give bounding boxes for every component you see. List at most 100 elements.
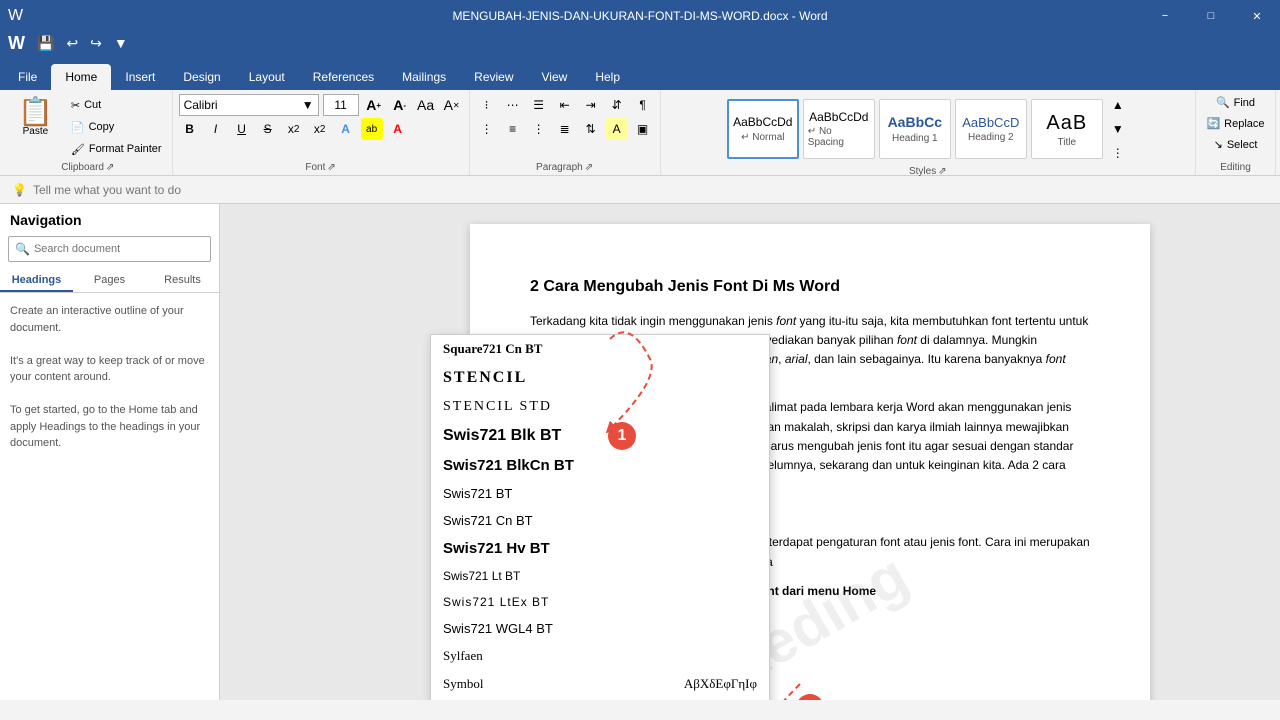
font-size-selector[interactable]: 11 — [323, 94, 359, 116]
nav-tab-headings[interactable]: Headings — [0, 270, 73, 292]
copy-button[interactable]: 📄 Copy — [67, 119, 166, 136]
tell-me-input[interactable] — [33, 183, 333, 197]
subscript-button[interactable]: x2 — [283, 118, 305, 140]
clipboard-group: 📋 Paste ✂ Cut 📄 Copy 🖌 Format Painter — [4, 90, 173, 175]
sort-button[interactable]: ⇵ — [606, 94, 628, 116]
paragraph-group-content: ⁝ ⋯ ☰ ⇤ ⇥ ⇵ ¶ ⋮ ≡ ⋮ ≣ ⇅ A ▣ — [476, 94, 654, 160]
tab-mailings[interactable]: Mailings — [388, 64, 460, 90]
italic-button[interactable]: I — [205, 118, 227, 140]
undo-button[interactable]: ↩ — [62, 35, 82, 52]
decrease-font-button[interactable]: A- — [389, 94, 411, 116]
change-case-button[interactable]: Aa — [415, 94, 437, 116]
clipboard-side: ✂ Cut 📄 Copy 🖌 Format Painter — [63, 94, 166, 160]
format-painter-button[interactable]: 🖌 Format Painter — [67, 141, 166, 158]
tab-view[interactable]: View — [528, 64, 582, 90]
redo-button[interactable]: ↪ — [86, 35, 106, 52]
lightbulb-icon: 💡 — [12, 183, 27, 197]
tab-references[interactable]: References — [299, 64, 388, 90]
font-item-symbol[interactable]: Symbol ΑβΧδΕφΓηΙφ — [431, 670, 769, 698]
tab-file[interactable]: File — [4, 64, 51, 90]
show-formatting-button[interactable]: ¶ — [632, 94, 654, 116]
tab-home[interactable]: Home — [51, 64, 111, 90]
tab-insert[interactable]: Insert — [111, 64, 169, 90]
editing-group-content: 🔍 Find 🔄 Replace ↘ Select — [1202, 94, 1268, 160]
tab-design[interactable]: Design — [169, 64, 234, 90]
font-item-stencil-std[interactable]: STENCIL STD — [431, 393, 769, 421]
bullets-button[interactable]: ⁝ — [476, 94, 498, 116]
nav-tab-pages[interactable]: Pages — [73, 270, 146, 292]
font-item-tahoma[interactable]: Tahoma — [431, 698, 769, 700]
cut-icon: ✂ — [71, 99, 80, 112]
paragraph-expand-icon[interactable]: ⇗ — [585, 162, 593, 173]
minimize-button[interactable]: − — [1142, 0, 1188, 32]
styles-expand[interactable]: ⋮ — [1107, 142, 1129, 164]
numbering-button[interactable]: ⋯ — [502, 94, 524, 116]
cut-button[interactable]: ✂ Cut — [67, 97, 166, 114]
font-item-swis721wgl4bt[interactable]: Swis721 WGL4 BT — [431, 615, 769, 642]
text-effects-button[interactable]: A — [335, 118, 357, 140]
clear-formatting-button[interactable]: A✕ — [441, 94, 463, 116]
text-highlight-button[interactable]: ab — [361, 118, 383, 140]
font-item-stencil[interactable]: STENCIL — [431, 363, 769, 393]
styles-expand-icon[interactable]: ⇗ — [938, 166, 946, 177]
align-right-button[interactable]: ⋮ — [528, 118, 550, 140]
border-button[interactable]: ▣ — [632, 118, 654, 140]
tab-layout[interactable]: Layout — [235, 64, 299, 90]
style-title[interactable]: AaB Title — [1031, 99, 1103, 159]
customize-quick-access-button[interactable]: ▼ — [110, 35, 132, 51]
select-button[interactable]: ↘ Select — [1210, 136, 1262, 153]
format-painter-label: Format Painter — [89, 143, 162, 155]
close-button[interactable]: ✕ — [1234, 0, 1280, 32]
align-left-button[interactable]: ⋮ — [476, 118, 498, 140]
nav-tab-results[interactable]: Results — [146, 270, 219, 292]
font-item-swis721cnbt[interactable]: Swis721 Cn BT — [431, 507, 769, 534]
font-item-swis721blkcnbt[interactable]: Swis721 BlkCn BT — [431, 451, 769, 480]
style-title-label: Title — [1058, 137, 1077, 148]
font-item-swis721bt[interactable]: Swis721 BT — [431, 480, 769, 507]
tab-review[interactable]: Review — [460, 64, 527, 90]
justify-button[interactable]: ≣ — [554, 118, 576, 140]
paste-button[interactable]: 📋 Paste — [10, 94, 61, 160]
style-no-spacing[interactable]: AaBbCcDd ↵ No Spacing — [803, 99, 875, 159]
styles-scroll-down[interactable]: ▼ — [1107, 118, 1129, 140]
copy-label: Copy — [89, 121, 115, 133]
increase-indent-button[interactable]: ⇥ — [580, 94, 602, 116]
font-item-swis721ltbt[interactable]: Swis721 Lt BT — [431, 563, 769, 589]
find-button[interactable]: 🔍 Find — [1212, 94, 1259, 111]
line-spacing-button[interactable]: ⇅ — [580, 118, 602, 140]
style-heading2[interactable]: AaBbCcD Heading 2 — [955, 99, 1027, 159]
styles-group: AaBbCcDd ↵ Normal AaBbCcDd ↵ No Spacing … — [661, 90, 1196, 175]
maximize-button[interactable]: □ — [1188, 0, 1234, 32]
ribbon-tabs: File Home Insert Design Layout Reference… — [0, 54, 1280, 90]
font-item-swis721blkbt[interactable]: Swis721 Blk BT — [431, 421, 769, 451]
navigation-search-box[interactable]: 🔍 — [8, 236, 211, 262]
font-item-square721cnbt[interactable]: Square721 Cn BT — [431, 335, 769, 363]
increase-font-button[interactable]: A+ — [363, 94, 385, 116]
font-family-selector[interactable]: Calibri ▼ — [179, 94, 319, 116]
search-input[interactable] — [34, 243, 204, 255]
font-expand-icon[interactable]: ⇗ — [327, 162, 335, 173]
decrease-indent-button[interactable]: ⇤ — [554, 94, 576, 116]
superscript-button[interactable]: x2 — [309, 118, 331, 140]
bold-button[interactable]: B — [179, 118, 201, 140]
replace-button[interactable]: 🔄 Replace — [1202, 115, 1268, 132]
main-area: Navigation 🔍 Headings Pages Results Crea… — [0, 204, 1280, 700]
save-button[interactable]: 💾 — [33, 35, 58, 52]
font-item-sylfaen[interactable]: Sylfaen — [431, 642, 769, 670]
styles-scroll-up[interactable]: ▲ — [1107, 94, 1129, 116]
style-normal[interactable]: AaBbCcDd ↵ Normal — [727, 99, 799, 159]
multilevel-list-button[interactable]: ☰ — [528, 94, 550, 116]
clipboard-expand-icon[interactable]: ⇗ — [106, 162, 114, 173]
quick-access-toolbar: W 💾 ↩ ↪ ▼ — [0, 32, 1280, 54]
font-color-button[interactable]: A — [387, 118, 409, 140]
tab-help[interactable]: Help — [581, 64, 634, 90]
underline-button[interactable]: U — [231, 118, 253, 140]
style-heading1[interactable]: AaBbCc Heading 1 — [879, 99, 951, 159]
align-center-button[interactable]: ≡ — [502, 118, 524, 140]
font-item-swis721hvbt[interactable]: Swis721 Hv BT — [431, 534, 769, 563]
strikethrough-button[interactable]: S — [257, 118, 279, 140]
font-dropdown[interactable]: Square721 Cn BT STENCIL STENCIL STD Swis… — [430, 334, 770, 700]
font-item-swis721ltexbt[interactable]: Swis721 LtEx BT — [431, 589, 769, 615]
style-title-preview: AaB — [1046, 111, 1087, 135]
shading-button[interactable]: A — [606, 118, 628, 140]
